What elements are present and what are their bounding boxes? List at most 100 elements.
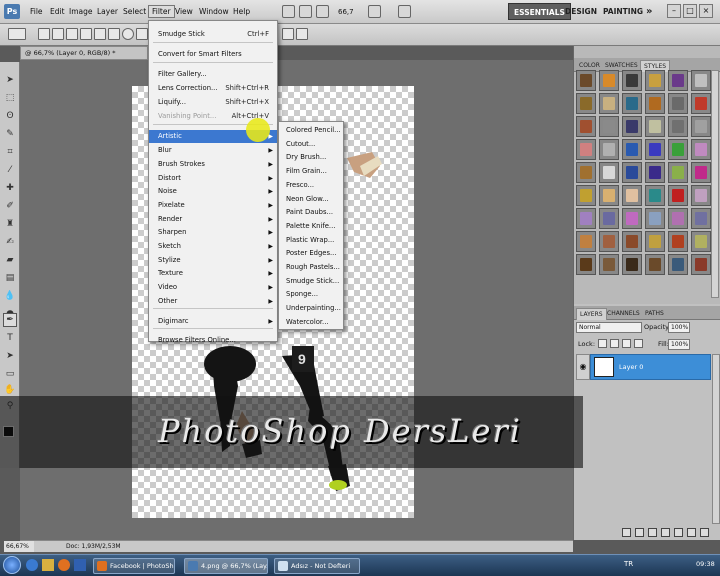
lasso-tool-icon[interactable]: ʘ bbox=[4, 110, 16, 122]
ie-icon[interactable] bbox=[26, 559, 38, 571]
style-swatch[interactable] bbox=[645, 162, 665, 183]
style-swatch[interactable] bbox=[668, 139, 688, 160]
filter-menu-item-other[interactable]: Other ▶ bbox=[149, 295, 277, 308]
style-swatch[interactable] bbox=[668, 254, 688, 275]
filter-menu-item-video[interactable]: Video ▶ bbox=[149, 281, 277, 294]
combine-icon[interactable] bbox=[282, 28, 294, 40]
language-indicator[interactable]: TR bbox=[624, 560, 633, 568]
style-swatch[interactable] bbox=[691, 139, 711, 160]
blend-mode-select[interactable]: Normal bbox=[576, 322, 642, 333]
add-mask-icon[interactable] bbox=[648, 528, 657, 537]
artistic-item[interactable]: Neon Glow... bbox=[279, 193, 343, 206]
styles-scrollbar[interactable] bbox=[711, 70, 719, 298]
lock-position-icon[interactable] bbox=[622, 339, 631, 348]
explorer-icon[interactable] bbox=[42, 559, 54, 571]
artistic-item[interactable]: Smudge Stick... bbox=[279, 275, 343, 288]
zoom-level[interactable]: 66,7 bbox=[338, 8, 354, 16]
artistic-item[interactable]: Dry Brush... bbox=[279, 151, 343, 164]
style-swatch[interactable] bbox=[622, 116, 642, 137]
artistic-item[interactable]: Colored Pencil... bbox=[279, 124, 343, 137]
hand-tool-icon[interactable] bbox=[316, 5, 329, 18]
healing-brush-tool-icon[interactable]: ✚ bbox=[4, 182, 16, 194]
bridge-icon[interactable] bbox=[282, 5, 295, 18]
style-swatch[interactable] bbox=[691, 116, 711, 137]
shape-layers-icon[interactable] bbox=[38, 28, 50, 40]
artistic-item[interactable]: Cutout... bbox=[279, 138, 343, 151]
gradient-tool-icon[interactable]: ▤ bbox=[4, 272, 16, 284]
task-photoshop[interactable]: 4.png @ 66,7% (Lay... bbox=[184, 558, 268, 574]
menu-image[interactable]: Image bbox=[69, 7, 93, 16]
style-swatch[interactable] bbox=[668, 70, 688, 91]
close-icon[interactable]: × bbox=[699, 4, 713, 18]
style-swatch[interactable] bbox=[622, 70, 642, 91]
style-swatch[interactable] bbox=[668, 208, 688, 229]
artistic-item[interactable]: Paint Daubs... bbox=[279, 206, 343, 219]
style-swatch[interactable] bbox=[576, 185, 596, 206]
artistic-item[interactable]: Fresco... bbox=[279, 179, 343, 192]
workspace-design[interactable]: DESIGN bbox=[560, 3, 602, 20]
filter-menu-item-distort[interactable]: Distort ▶ bbox=[149, 172, 277, 185]
style-swatch[interactable] bbox=[645, 231, 665, 252]
filter-menu-item-pixelate[interactable]: Pixelate ▶ bbox=[149, 199, 277, 212]
style-swatch[interactable] bbox=[691, 231, 711, 252]
style-swatch[interactable] bbox=[645, 254, 665, 275]
style-swatch[interactable] bbox=[645, 139, 665, 160]
style-swatch[interactable] bbox=[691, 254, 711, 275]
tool-preset-icon[interactable] bbox=[8, 28, 26, 40]
filter-menu-item-filter-gallery[interactable]: Filter Gallery... bbox=[149, 68, 277, 81]
firefox-icon[interactable] bbox=[58, 559, 70, 571]
style-swatch[interactable] bbox=[622, 208, 642, 229]
menu-layer[interactable]: Layer bbox=[97, 7, 118, 16]
task-facebook[interactable]: Facebook | PhotoSh... bbox=[93, 558, 175, 574]
lock-transparency-icon[interactable] bbox=[598, 339, 607, 348]
style-swatch[interactable] bbox=[599, 185, 619, 206]
filter-menu-item-texture[interactable]: Texture ▶ bbox=[149, 267, 277, 280]
style-swatch[interactable] bbox=[622, 185, 642, 206]
restore-icon[interactable]: □ bbox=[683, 4, 697, 18]
filter-menu-item-sketch[interactable]: Sketch ▶ bbox=[149, 240, 277, 253]
style-swatch[interactable] bbox=[691, 185, 711, 206]
filter-menu-item-smudge-stick-last[interactable]: Smudge Stick Ctrl+F bbox=[149, 28, 277, 41]
style-swatch[interactable] bbox=[668, 93, 688, 114]
clone-stamp-tool-icon[interactable]: ♜ bbox=[4, 218, 16, 230]
style-swatch[interactable] bbox=[576, 116, 596, 137]
filter-menu-item-stylize[interactable]: Stylize ▶ bbox=[149, 254, 277, 267]
fill-field[interactable]: 100% bbox=[668, 339, 690, 350]
fill-pixels-icon[interactable] bbox=[66, 28, 78, 40]
task-notepad[interactable]: Adsız - Not Defteri bbox=[274, 558, 360, 574]
delete-layer-icon[interactable] bbox=[700, 528, 709, 537]
filter-menu-item-brush-strokes[interactable]: Brush Strokes ▶ bbox=[149, 158, 277, 171]
style-swatch[interactable] bbox=[576, 208, 596, 229]
arrange-documents-icon[interactable] bbox=[368, 5, 381, 18]
style-swatch[interactable] bbox=[576, 70, 596, 91]
filter-menu-item-noise[interactable]: Noise ▶ bbox=[149, 185, 277, 198]
minimize-icon[interactable]: – bbox=[667, 4, 681, 18]
style-swatch[interactable] bbox=[599, 70, 619, 91]
artistic-item[interactable]: Plastic Wrap... bbox=[279, 234, 343, 247]
filter-menu-item-sharpen[interactable]: Sharpen ▶ bbox=[149, 226, 277, 239]
rectangle-icon[interactable] bbox=[108, 28, 120, 40]
layers-scrollbar[interactable] bbox=[712, 354, 720, 524]
style-swatch[interactable] bbox=[691, 162, 711, 183]
media-icon[interactable] bbox=[74, 559, 86, 571]
lock-pixels-icon[interactable] bbox=[610, 339, 619, 348]
style-swatch[interactable] bbox=[599, 254, 619, 275]
brush-tool-icon[interactable]: ✐ bbox=[4, 200, 16, 212]
style-swatch[interactable] bbox=[599, 93, 619, 114]
style-swatch[interactable] bbox=[691, 70, 711, 91]
lock-all-icon[interactable] bbox=[634, 339, 643, 348]
blur-tool-icon[interactable]: 💧 bbox=[4, 290, 16, 302]
artistic-item[interactable]: Watercolor... bbox=[279, 316, 343, 329]
filter-menu-item-render[interactable]: Render ▶ bbox=[149, 213, 277, 226]
artistic-item[interactable]: Sponge... bbox=[279, 288, 343, 301]
screen-mode-icon[interactable] bbox=[398, 5, 411, 18]
menu-view[interactable]: View bbox=[175, 7, 193, 16]
style-swatch[interactable] bbox=[622, 254, 642, 275]
more-workspaces-button[interactable]: » bbox=[641, 3, 657, 20]
crop-tool-icon[interactable]: ⌗ bbox=[4, 146, 16, 158]
add-style-icon[interactable] bbox=[635, 528, 644, 537]
menu-select[interactable]: Select bbox=[123, 7, 146, 16]
style-swatch[interactable] bbox=[645, 93, 665, 114]
style-swatch[interactable] bbox=[622, 93, 642, 114]
style-swatch[interactable] bbox=[576, 139, 596, 160]
